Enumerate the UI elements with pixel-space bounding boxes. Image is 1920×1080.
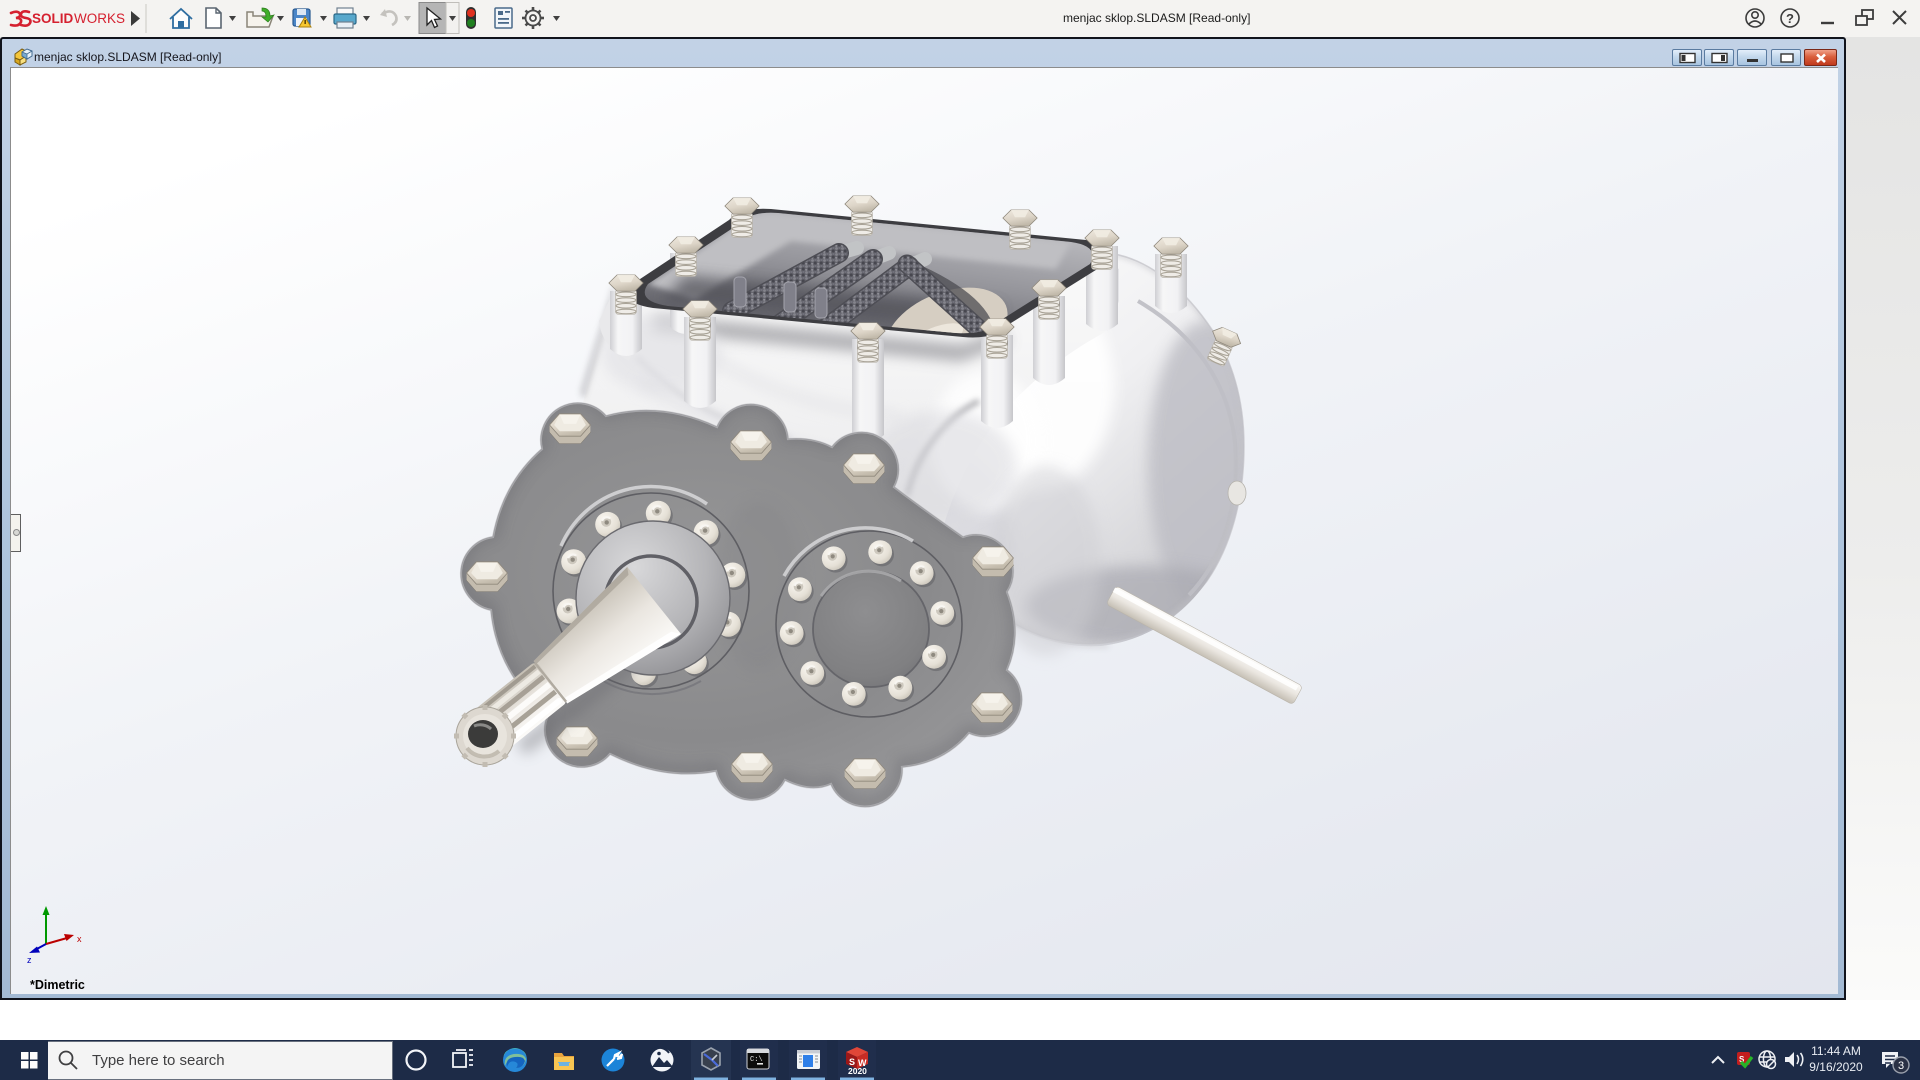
svg-text:C:\: C:\ [750,1056,763,1064]
svg-text:3: 3 [1898,1060,1904,1072]
svg-text:x: x [77,934,82,944]
svg-text:2020: 2020 [848,1066,867,1076]
svg-text:?: ? [1786,11,1794,26]
svg-text:z: z [27,955,32,965]
svg-text:WORKS: WORKS [74,11,125,26]
svg-text:SOLID: SOLID [32,11,74,26]
